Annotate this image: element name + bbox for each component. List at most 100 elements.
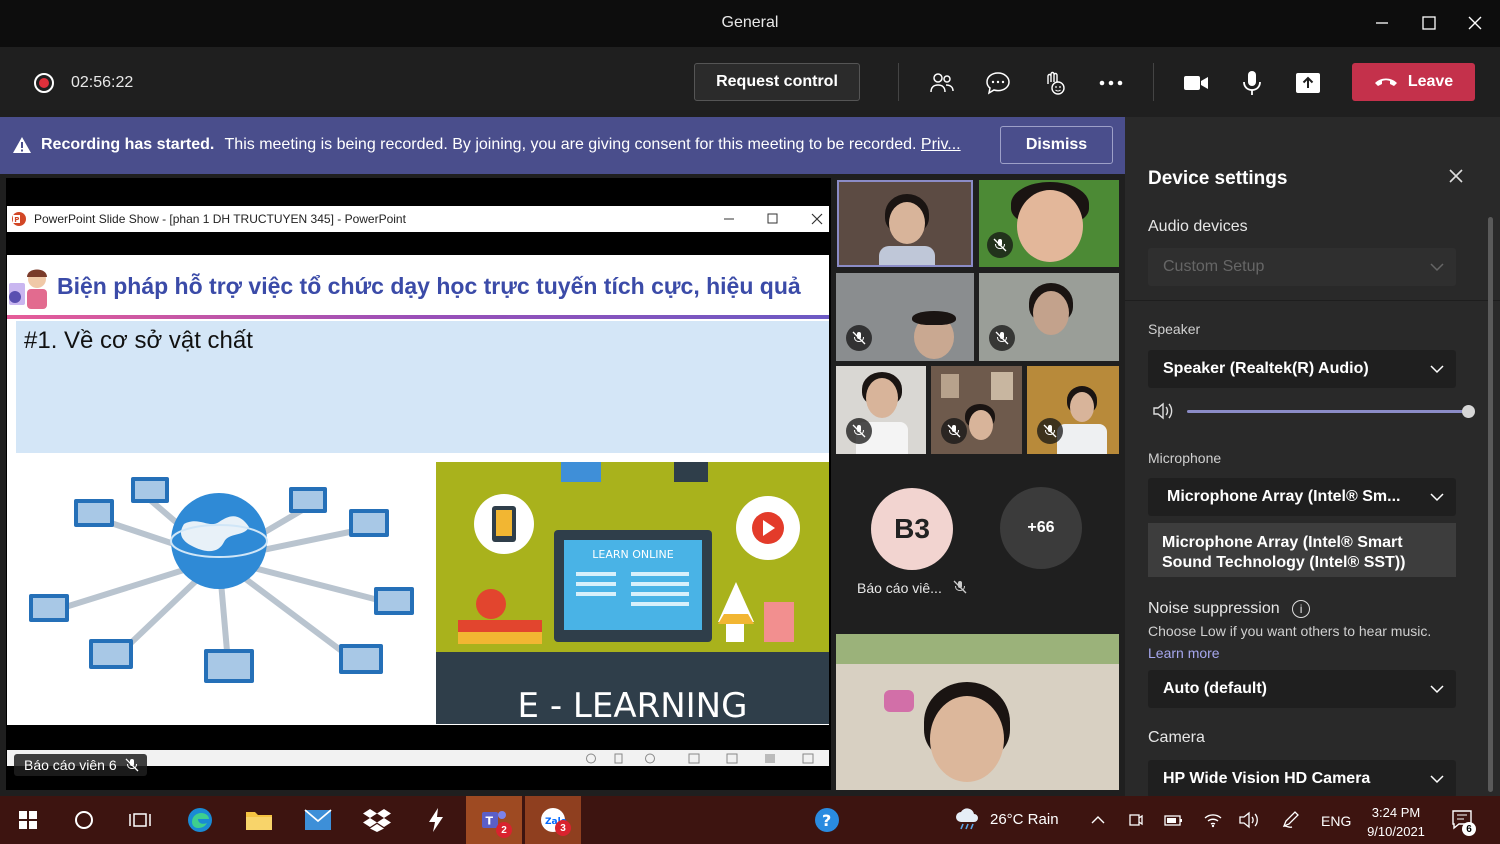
- wifi-icon[interactable]: [1203, 812, 1223, 828]
- close-panel-icon[interactable]: [1445, 165, 1467, 187]
- system-clock[interactable]: 3:24 PM 9/10/2021: [1360, 803, 1432, 841]
- microphone-dropdown[interactable]: Microphone Array (Intel® Sm...: [1148, 478, 1456, 516]
- privacy-link[interactable]: Priv...: [921, 136, 961, 153]
- speaker-volume-slider[interactable]: [1462, 405, 1475, 418]
- participants-button[interactable]: [928, 69, 956, 97]
- speaker-volume-icon: [1153, 402, 1173, 420]
- request-control-button[interactable]: Request control: [694, 63, 860, 101]
- search-button[interactable]: [56, 796, 112, 844]
- share-button[interactable]: [1294, 69, 1322, 97]
- zalo-app-button[interactable]: Zalo 3: [525, 796, 581, 844]
- noise-suppression-dropdown[interactable]: Auto (default): [1148, 670, 1456, 708]
- microphone-button[interactable]: [1238, 69, 1266, 97]
- more-participants-button[interactable]: +66: [1000, 487, 1082, 569]
- chevron-down-icon: [1430, 775, 1444, 784]
- more-actions-button[interactable]: [1097, 69, 1125, 97]
- speaker-volume-track[interactable]: [1187, 410, 1469, 413]
- mic-off-icon: [995, 331, 1009, 345]
- share-screen-icon: [1296, 73, 1320, 93]
- minimize-icon: [1376, 22, 1388, 24]
- teams-app-button[interactable]: T 2: [466, 796, 522, 844]
- microphone-value: Microphone Array (Intel® Sm...: [1167, 488, 1401, 505]
- dropbox-app-button[interactable]: [349, 796, 405, 844]
- participant-tile[interactable]: [836, 273, 974, 361]
- speaker-value: Speaker (Realtek(R) Audio): [1163, 360, 1369, 377]
- help-app-button[interactable]: ?: [799, 796, 855, 844]
- mic-off-indicator: [846, 418, 872, 444]
- close-icon: [811, 213, 823, 225]
- weather-text[interactable]: 26°C Rain: [990, 811, 1059, 828]
- chevron-down-icon: [1430, 365, 1444, 374]
- minimize-icon: [724, 218, 734, 220]
- mic-off-indicator: [987, 232, 1013, 258]
- presentation-slide: Biện pháp hỗ trợ việc tổ chức dạy học tr…: [7, 255, 829, 725]
- chevron-down-icon: [1430, 685, 1444, 694]
- mic-off-icon: [993, 238, 1007, 252]
- participant-tile[interactable]: [979, 273, 1119, 361]
- chat-icon: [986, 72, 1010, 95]
- maximize-button[interactable]: [1412, 8, 1446, 38]
- participant-avatar-b3[interactable]: B3: [871, 488, 953, 570]
- camera-label: Camera: [1148, 729, 1205, 746]
- e-learning-text: E - LEARNING: [517, 686, 748, 724]
- noise-suppression-value: Auto (default): [1163, 680, 1267, 697]
- participant-tile[interactable]: [836, 366, 926, 454]
- speaker-dropdown[interactable]: Speaker (Realtek(R) Audio): [1148, 350, 1456, 388]
- self-video-tile[interactable]: [836, 634, 1119, 790]
- maximize-icon: [1422, 16, 1436, 30]
- slideshow-controls-icon: [586, 753, 814, 764]
- mic-off-icon: [947, 424, 961, 438]
- file-explorer-button[interactable]: [231, 796, 287, 844]
- participant-tile[interactable]: [931, 366, 1022, 454]
- microphone-option[interactable]: Microphone Array (Intel® Smart Sound Tec…: [1148, 523, 1456, 577]
- participant-tile-active-speaker[interactable]: [837, 180, 973, 267]
- info-icon[interactable]: i: [1292, 600, 1311, 618]
- participant-tile[interactable]: [979, 180, 1119, 267]
- panel-scrollbar[interactable]: [1488, 217, 1493, 792]
- windows-logo-icon: [19, 811, 37, 829]
- minimize-button[interactable]: [1365, 8, 1399, 38]
- leave-button[interactable]: Leave: [1352, 63, 1475, 101]
- close-icon: [1468, 16, 1482, 30]
- chevron-down-icon: [1430, 263, 1444, 272]
- meet-now-icon[interactable]: [1129, 812, 1143, 828]
- camera-button[interactable]: [1182, 69, 1210, 97]
- zalo-badge: 3: [555, 820, 571, 836]
- mic-off-icon: [852, 424, 866, 438]
- chevron-down-icon: [1430, 493, 1444, 502]
- camera-dropdown[interactable]: HP Wide Vision HD Camera: [1148, 760, 1456, 798]
- mail-app-button[interactable]: [290, 796, 346, 844]
- app-lightning-button[interactable]: [408, 796, 464, 844]
- hang-up-icon: [1374, 78, 1397, 86]
- presenter-name-tag: Báo cáo viên 6: [14, 754, 147, 776]
- mic-off-icon: [852, 331, 866, 345]
- mic-off-indicator: [989, 325, 1015, 351]
- volume-icon[interactable]: [1239, 811, 1259, 829]
- dismiss-button[interactable]: Dismiss: [1000, 126, 1113, 164]
- start-button[interactable]: [0, 796, 56, 844]
- clock-time: 3:24 PM: [1371, 805, 1421, 820]
- warning-icon: [13, 137, 31, 153]
- task-view-button[interactable]: [112, 796, 168, 844]
- panel-title: Device settings: [1148, 168, 1288, 189]
- close-window-button[interactable]: [1458, 8, 1492, 38]
- camera-value: HP Wide Vision HD Camera: [1163, 770, 1371, 787]
- chat-button[interactable]: [984, 69, 1012, 97]
- reactions-button[interactable]: [1040, 69, 1068, 97]
- audio-devices-label: Audio devices: [1148, 218, 1248, 235]
- windows-taskbar: T 2 Zalo 3 ? 26°C Rain ENG 6: [0, 796, 1500, 844]
- banner-message: This meeting is being recorded. By joini…: [224, 136, 917, 153]
- recording-banner: Recording has started. This meeting is b…: [0, 117, 1125, 174]
- input-language[interactable]: ENG: [1321, 813, 1351, 829]
- meeting-timer: 02:56:22: [71, 74, 134, 91]
- learn-more-link[interactable]: Learn more: [1148, 645, 1220, 661]
- pen-icon[interactable]: [1281, 811, 1301, 829]
- screen-label: LEARN ONLINE: [592, 548, 673, 561]
- participant-tile[interactable]: [1027, 366, 1119, 454]
- battery-plug-icon[interactable]: [1164, 812, 1184, 828]
- chevron-up-icon[interactable]: [1091, 815, 1105, 825]
- raise-hand-icon: [1047, 71, 1065, 95]
- laptop-learning-icon: LEARN ONLINE: [458, 462, 800, 644]
- maximize-icon: [767, 213, 778, 224]
- edge-app-button[interactable]: [172, 796, 228, 844]
